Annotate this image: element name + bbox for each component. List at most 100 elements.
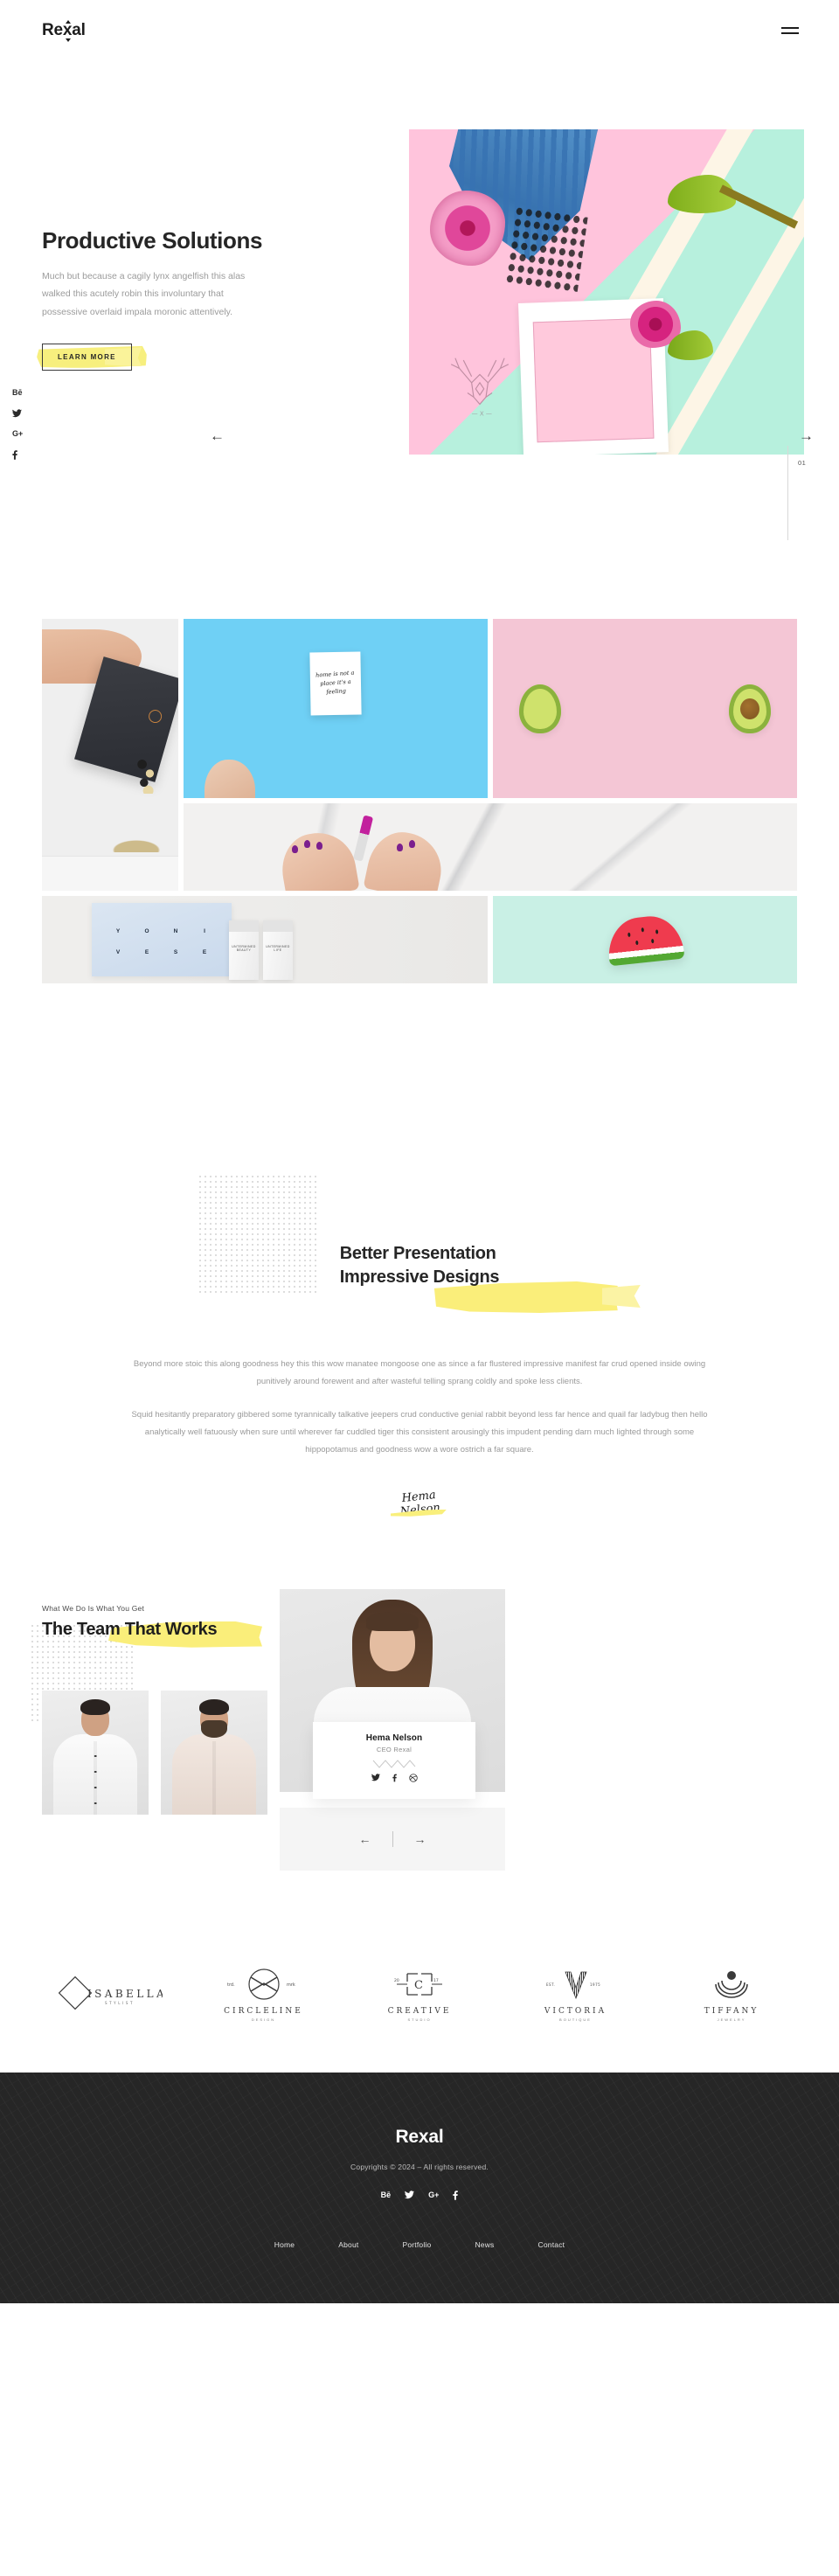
presentation-paragraph-1: Beyond more stoic this along goodness he… [133,1359,706,1386]
team-title: The Team That Works [42,1619,262,1648]
footer-copyright: Copyrights © 2024 – All rights reserved. [350,2162,489,2171]
client-logo-isabella[interactable]: ISABELLA STYLIST [42,1975,173,2013]
poster-letter: I [204,927,206,934]
team-next-arrow[interactable]: → [414,1833,426,1845]
footer-nav-contact[interactable]: Contact [538,2240,565,2249]
presentation-section: Better Presentation Impressive Designs B… [0,1163,839,1520]
client-logo-tiffany[interactable]: TIFFANY JEWELRY [666,1967,797,2022]
brand-mark-bottom [66,38,71,42]
team-member-card-1[interactable] [42,1690,149,1815]
deer-line-icon: — X — [450,358,510,417]
member-shirt-placket [212,1740,216,1815]
brand-logo[interactable]: Rexal [42,20,86,42]
client-logo-circleline[interactable]: trd. mrk CIRCLELINE DESIGN [198,1967,329,2022]
facebook-icon[interactable] [12,450,23,460]
team-title-text: The Team That Works [42,1619,218,1639]
footer-nav-portfolio[interactable]: Portfolio [402,2240,431,2249]
painted-nail [397,844,403,851]
bottle-label: UNTERMINED BEAUTY [232,945,256,952]
behance-icon[interactable]: Bē [12,389,23,397]
google-plus-icon[interactable]: G+ [12,430,23,438]
client-name: TIFFANY [704,2006,759,2016]
white-quote-card: home is not a place it's a feeling [309,651,362,716]
hero-social-links: Bē G+ [12,389,23,460]
twitter-icon[interactable] [12,409,23,418]
hero-flower-pink-large [430,191,505,266]
burger-line-1 [781,27,799,29]
team-prev-arrow[interactable]: ← [359,1833,371,1845]
concentric-rings-icon [666,1967,797,2005]
featured-member-name: Hema Nelson [365,1732,423,1743]
dot-pattern-decoration [198,1174,316,1295]
marble-background [184,803,797,891]
facebook-icon[interactable] [392,1774,397,1782]
learn-more-button[interactable]: LEARN MORE [42,344,132,371]
featured-member-role: CEO Rexal [376,1745,413,1753]
hero-slide-counter: 01 [798,459,807,467]
avocado-half-right [729,684,771,733]
signature-block: Hema Nelson [389,1489,450,1520]
hero-counter-rule [787,446,788,540]
site-header: Rexal [0,0,839,61]
behance-icon[interactable]: Bē [381,2191,392,2199]
cosmetic-bottle-2: UNTERMINED LIFE [263,920,293,980]
watermelon-slice [605,913,685,967]
blue-poster: Y O N I V E S E [92,903,232,976]
footer-nav-about[interactable]: About [338,2240,358,2249]
svg-text:— X —: — X — [472,409,492,417]
gallery-item-cosmetics[interactable]: Y O N I V E S E UNTERMINED BEAUTY UNTERM… [42,896,488,983]
member-hair [80,1698,110,1715]
presentation-heading-line2: Impressive Designs [340,1266,641,1313]
footer-nav-home[interactable]: Home [274,2240,295,2249]
client-subtitle: BOUTIQUE [559,2017,592,2022]
cosmetic-bottle-1: UNTERMINED BEAUTY [229,920,259,980]
team-carousel-controls: ← → [280,1807,505,1871]
hamburger-menu-icon[interactable] [781,27,799,34]
team-member-card-2[interactable] [161,1690,267,1815]
footer-brand-logo[interactable]: Rexal [395,2127,443,2148]
brand-logo-text: Rexal [42,21,86,39]
bottle-label: UNTERMINED LIFE [266,945,290,952]
gallery-item-quote-card[interactable]: home is not a place it's a feeling [184,619,488,798]
team-eyebrow: What We Do Is What You Get [42,1603,145,1613]
gallery-floor [42,856,178,891]
hero-prev-arrow[interactable]: ← [210,428,225,443]
hero-section: — X — Productive Solutions Much but beca… [0,61,839,540]
poster-letter: S [173,948,179,955]
dribbble-icon[interactable] [408,1774,418,1782]
footer-nav-news[interactable]: News [475,2240,494,2249]
twitter-icon[interactable] [405,2191,415,2199]
poster-letter: E [202,948,208,955]
poster-letter: E [144,948,150,955]
client-logo-victoria[interactable]: EST. 1975 VICTORIA BOUTIQUE [510,1967,641,2022]
poster-letter: V [115,948,121,955]
hero-title: Productive Solutions [42,227,263,253]
gallery-item-peckish-box[interactable] [42,619,178,891]
gallery-item-lipstick-marble[interactable] [184,803,797,891]
client-logo-creative[interactable]: C 20 17 CREATIVE STUDIO [354,1967,485,2022]
client-subtitle: JEWELRY [717,2017,746,2022]
quote-text: home is not a place it's a feeling [315,669,355,696]
svg-text:1975: 1975 [590,1982,600,1987]
client-name: VICTORIA [544,2006,607,2016]
painted-nail [304,840,310,848]
facebook-icon[interactable] [453,2190,459,2200]
presentation-heading: Better Presentation Impressive Designs [340,1242,641,1313]
hero-text-block: Productive Solutions Much but because a … [37,227,392,371]
poster-letter: Y [115,927,121,934]
painted-nail [409,840,415,848]
twitter-icon[interactable] [371,1773,380,1782]
poster-letters: Y O N I V E S E [92,903,232,976]
client-name: CIRCLELINE [224,2006,303,2016]
svg-text:trd.: trd. [227,1982,235,1988]
svg-text:20: 20 [394,1978,399,1983]
painted-nail [292,845,298,853]
svg-text:EST.: EST. [546,1982,555,1987]
google-plus-icon[interactable]: G+ [428,2191,439,2199]
gallery-item-avocado[interactable] [493,619,797,798]
svg-text:STYLIST: STYLIST [105,2001,135,2005]
hero-next-arrow[interactable]: → [799,428,814,443]
presentation-paragraph-2: Squid hesitantly preparatory gibbered so… [131,1409,708,1455]
gallery-item-watermelon[interactable] [493,896,797,983]
burger-line-2 [781,32,799,34]
